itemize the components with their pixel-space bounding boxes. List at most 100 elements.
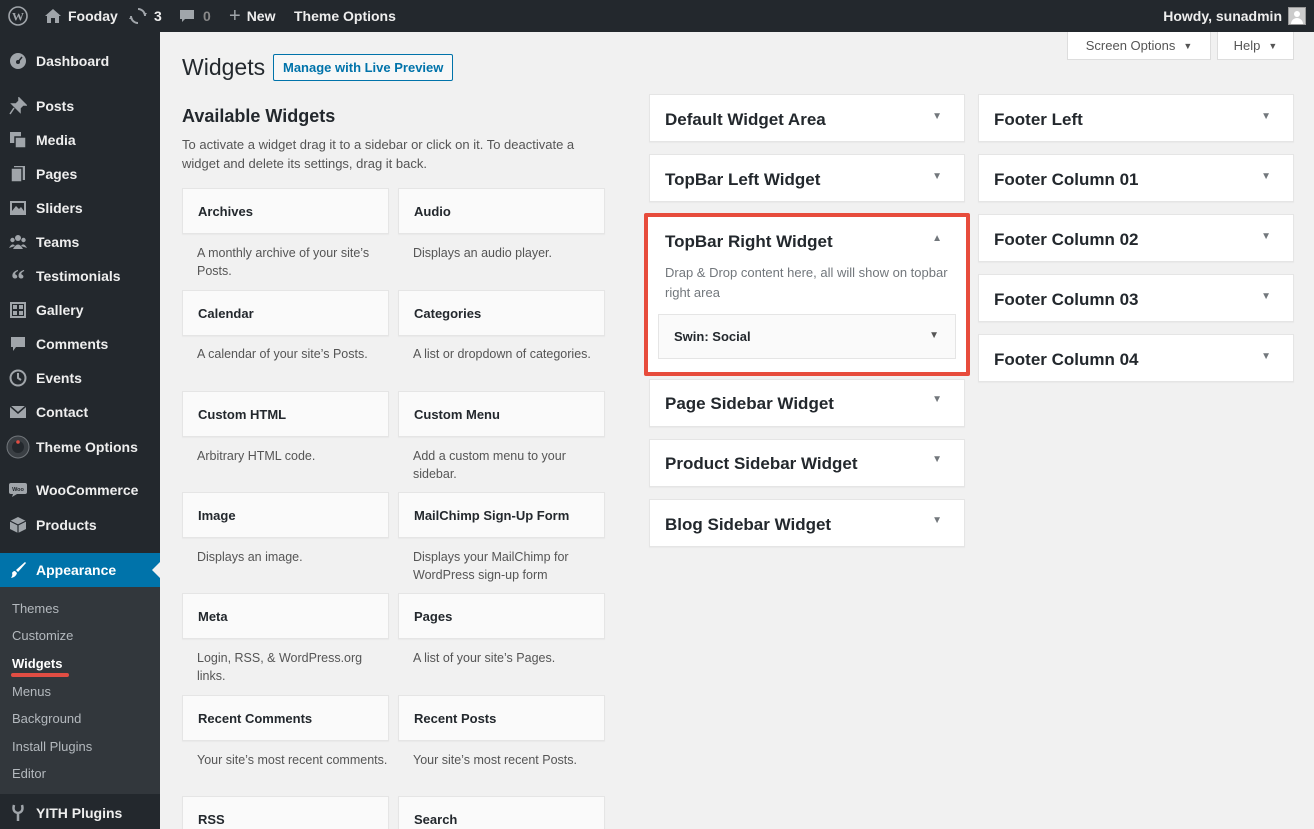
- menu-item-media[interactable]: Media: [0, 131, 160, 149]
- widget-search[interactable]: Search: [398, 796, 605, 829]
- new-content-link[interactable]: + New: [229, 0, 275, 32]
- groups-icon: [0, 233, 36, 251]
- menu-item-teams[interactable]: Teams: [0, 233, 160, 251]
- caret-down-icon[interactable]: ▼: [1261, 291, 1271, 302]
- sidebar-area-blog-sidebar[interactable]: Blog Sidebar Widget ▼: [649, 499, 965, 547]
- widget-mailchimp[interactable]: MailChimp Sign-Up Form: [398, 492, 605, 538]
- widget-recent-posts[interactable]: Recent Posts: [398, 695, 605, 741]
- available-widgets-description: To activate a widget drag it to a sideba…: [182, 137, 575, 171]
- comments-link[interactable]: 0: [179, 0, 211, 32]
- svg-text:W: W: [12, 10, 24, 24]
- brush-icon: [0, 561, 36, 579]
- menu-item-dashboard[interactable]: Dashboard: [0, 52, 160, 70]
- submenu-background[interactable]: Background: [12, 711, 81, 726]
- menu-item-posts[interactable]: Posts: [0, 97, 160, 115]
- sidebar-area-footer-column-03[interactable]: Footer Column 03 ▼: [978, 274, 1294, 322]
- menu-item-comments[interactable]: Comments: [0, 335, 160, 353]
- submenu-themes[interactable]: Themes: [12, 601, 59, 616]
- site-name: Fooday: [68, 8, 118, 24]
- menu-label: Media: [36, 132, 76, 148]
- menu-label: Theme Options: [36, 439, 138, 455]
- caret-down-icon[interactable]: ▼: [1261, 351, 1271, 362]
- sidebar-area-footer-left[interactable]: Footer Left ▼: [978, 94, 1294, 142]
- sidebar-area-footer-column-04[interactable]: Footer Column 04 ▼: [978, 334, 1294, 382]
- menu-item-testimonials[interactable]: “ Testimonials: [0, 267, 160, 295]
- submenu-menus[interactable]: Menus: [12, 684, 51, 699]
- sidebar-area-footer-column-02[interactable]: Footer Column 02 ▼: [978, 214, 1294, 262]
- caret-down-icon[interactable]: ▼: [1261, 111, 1271, 122]
- caret-down-icon[interactable]: ▼: [1261, 171, 1271, 182]
- sidebar-area-page-sidebar[interactable]: Page Sidebar Widget ▼: [649, 379, 965, 427]
- sidebar-area-topbar-right[interactable]: TopBar Right Widget ▲ Drap & Drop conten…: [644, 213, 970, 376]
- menu-item-woocommerce[interactable]: Woo WooCommerce: [0, 482, 160, 498]
- sidebar-area-product-sidebar[interactable]: Product Sidebar Widget ▼: [649, 439, 965, 487]
- widget-custom-html[interactable]: Custom HTML: [182, 391, 389, 437]
- widget-description: Displays your MailChimp for WordPress si…: [413, 550, 569, 582]
- widget-calendar[interactable]: Calendar: [182, 290, 389, 336]
- woocommerce-icon: Woo: [0, 483, 36, 497]
- caret-down-icon[interactable]: ▼: [932, 171, 942, 182]
- widget-categories[interactable]: Categories: [398, 290, 605, 336]
- menu-item-gallery[interactable]: Gallery: [0, 301, 160, 319]
- caret-down-icon[interactable]: ▼: [932, 515, 942, 526]
- sidebar-area-title: Footer Left: [994, 110, 1083, 129]
- submenu-install-plugins[interactable]: Install Plugins: [12, 739, 92, 754]
- widget-image[interactable]: Image: [182, 492, 389, 538]
- wordpress-logo-icon[interactable]: W: [8, 0, 28, 32]
- menu-label: Dashboard: [36, 53, 110, 69]
- plus-icon: +: [229, 5, 241, 27]
- menu-item-appearance[interactable]: Appearance: [0, 553, 160, 587]
- submenu-customize[interactable]: Customize: [12, 628, 73, 643]
- widget-recent-comments[interactable]: Recent Comments: [182, 695, 389, 741]
- widget-custom-menu[interactable]: Custom Menu: [398, 391, 605, 437]
- menu-item-events[interactable]: Events: [0, 369, 160, 387]
- updates-link[interactable]: 3: [129, 0, 162, 32]
- current-menu-arrow: [152, 562, 160, 578]
- caret-down-icon[interactable]: ▼: [932, 111, 942, 122]
- account-link[interactable]: Howdy, sunadmin: [1163, 0, 1306, 32]
- sidebar-area-footer-column-01[interactable]: Footer Column 01 ▼: [978, 154, 1294, 202]
- placed-widget-swin-social[interactable]: Swin: Social ▼: [658, 314, 956, 359]
- caret-down-icon[interactable]: ▼: [1261, 231, 1271, 242]
- widget-description: A monthly archive of your site’s Posts.: [197, 246, 370, 278]
- submenu-editor[interactable]: Editor: [12, 766, 46, 781]
- sidebar-area-default[interactable]: Default Widget Area ▼: [649, 94, 965, 142]
- widget-rss[interactable]: RSS: [182, 796, 389, 829]
- help-label: Help: [1233, 38, 1261, 53]
- widget-pages[interactable]: Pages: [398, 593, 605, 639]
- menu-item-contact[interactable]: Contact: [0, 403, 160, 421]
- widget-description: Displays an image.: [197, 550, 303, 564]
- menu-label: WooCommerce: [36, 482, 139, 498]
- sidebar-area-topbar-left[interactable]: TopBar Left Widget ▼: [649, 154, 965, 202]
- sidebar-area-title: Page Sidebar Widget: [665, 394, 834, 413]
- menu-label: Gallery: [36, 302, 84, 318]
- widget-meta[interactable]: Meta: [182, 593, 389, 639]
- menu-label: Comments: [36, 336, 109, 352]
- widget-archives[interactable]: Archives: [182, 188, 389, 234]
- menu-item-products[interactable]: Products: [0, 516, 160, 534]
- menu-label: Posts: [36, 98, 75, 114]
- caret-up-icon[interactable]: ▲: [932, 233, 942, 244]
- comment-bubble-icon: [180, 10, 194, 22]
- live-preview-button[interactable]: Manage with Live Preview: [273, 54, 454, 81]
- menu-item-theme-options[interactable]: Theme Options: [0, 434, 160, 460]
- sidebar-area-description: Drap & Drop content here, all will show …: [665, 265, 948, 300]
- admin-bar: W Fooday 3 0 + New Theme Options Howdy, …: [0, 0, 1314, 32]
- comments-count: 0: [203, 8, 211, 24]
- caret-down-icon[interactable]: ▼: [932, 454, 942, 465]
- menu-item-pages[interactable]: Pages: [0, 165, 160, 183]
- caret-down-icon[interactable]: ▼: [932, 394, 942, 405]
- screen-options-label: Screen Options: [1085, 38, 1176, 53]
- menu-item-yith-plugins[interactable]: YITH Plugins: [0, 804, 160, 822]
- widget-audio[interactable]: Audio: [398, 188, 605, 234]
- caret-down-icon[interactable]: ▼: [929, 330, 939, 341]
- site-name-link[interactable]: Fooday: [44, 0, 118, 32]
- theme-options-link[interactable]: Theme Options: [294, 0, 396, 32]
- menu-label: Products: [36, 517, 97, 533]
- menu-item-sliders[interactable]: Sliders: [0, 199, 160, 217]
- help-button[interactable]: Help ▼: [1217, 32, 1294, 60]
- menu-label: YITH Plugins: [36, 805, 123, 821]
- widget-description: Your site’s most recent comments.: [197, 753, 388, 767]
- submenu-widgets[interactable]: Widgets: [12, 656, 62, 671]
- screen-options-button[interactable]: Screen Options ▼: [1067, 32, 1211, 60]
